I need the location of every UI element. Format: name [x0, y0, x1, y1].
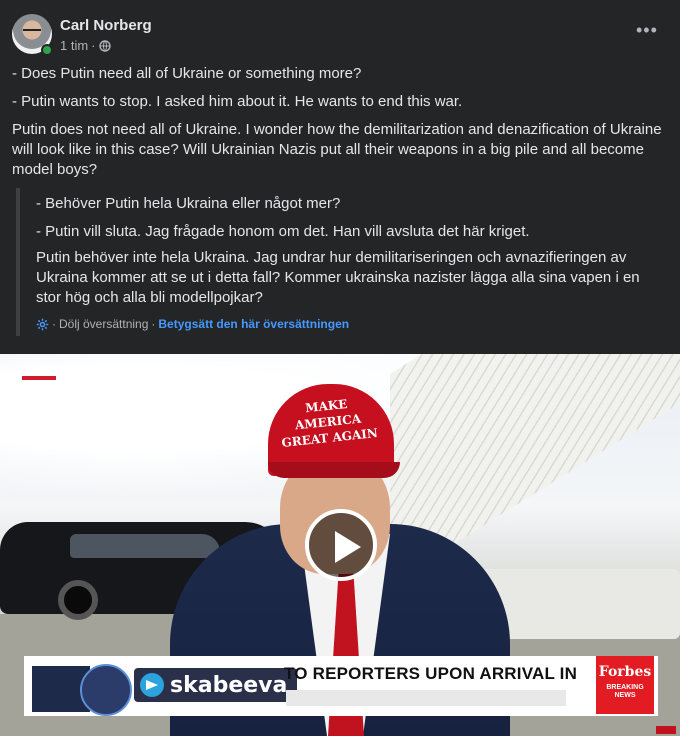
translation-paragraph-1: - Behöver Putin hela Ukraina eller något… [36, 195, 341, 212]
translation-separator: · [52, 317, 56, 331]
hide-translation-link[interactable]: Dölj översättning [59, 317, 148, 331]
telegram-watermark: skabeeva [134, 668, 298, 702]
translation-links: · Dölj översättning · Betygsätt den här … [36, 317, 349, 331]
post-paragraph-3: Putin does not need all of Ukraine. I wo… [12, 121, 662, 178]
post-paragraph-2: - Putin wants to stop. I asked him about… [12, 93, 463, 110]
translation-paragraph-3: Putin behöver inte hela Ukraina. Jag und… [36, 249, 640, 306]
channel-label: skabeeva [170, 672, 288, 698]
play-icon[interactable] [305, 509, 377, 581]
translation-paragraph-2: - Putin vill sluta. Jag frågade honom om… [36, 223, 530, 240]
video-red-mark [22, 376, 56, 380]
stairs-truck [480, 569, 680, 639]
rate-translation-link[interactable]: Betygsätt den här översättningen [158, 317, 349, 331]
meta-separator: · [91, 38, 96, 53]
banner-subline [286, 690, 566, 706]
post-meta: 1 tim · [60, 38, 111, 53]
translation-block: - Behöver Putin hela Ukraina eller något… [16, 188, 666, 336]
news-banner: skabeeva TO REPORTERS UPON ARRIVAL IN Fo… [24, 656, 658, 716]
forbes-logo: Forbes BREAKING NEWS [596, 656, 654, 714]
presenter-avatar [80, 664, 132, 716]
online-status-indicator [41, 44, 53, 56]
brand-name: Forbes [598, 664, 652, 680]
post-paragraph-1: - Does Putin need all of Ukraine or some… [12, 65, 362, 82]
more-options-icon[interactable]: ••• [636, 21, 657, 44]
video-corner-tag [656, 726, 676, 734]
telegram-icon [140, 673, 164, 697]
red-cap-brim [268, 462, 400, 478]
video-player[interactable]: MAKE AMERICA GREAT AGAIN skabeeva TO REP… [0, 354, 680, 736]
banner-headline: TO REPORTERS UPON ARRIVAL IN [284, 664, 578, 683]
translation-separator-2: · [151, 317, 156, 331]
brand-subtitle: BREAKING NEWS [606, 684, 644, 699]
post-header: Carl Norberg 1 tim · ••• [12, 14, 668, 56]
author-name[interactable]: Carl Norberg [60, 17, 152, 34]
post-time[interactable]: 1 tim [60, 38, 88, 53]
globe-icon[interactable] [98, 39, 111, 52]
gear-icon [36, 318, 49, 330]
